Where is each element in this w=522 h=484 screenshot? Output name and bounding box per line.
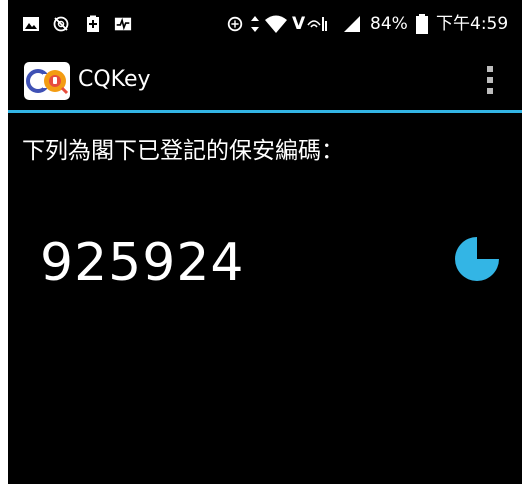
signal-icon xyxy=(342,15,362,33)
app-title: CQKey xyxy=(78,67,151,92)
sync-icon xyxy=(226,15,244,33)
menu-dot xyxy=(487,66,493,72)
image-icon xyxy=(22,15,40,33)
lte-wifi-icon xyxy=(306,15,328,33)
camera-off-icon xyxy=(52,15,70,33)
phone-screen: V 84% 下午4:59 CQKey 下列為閣下已登記的保安編碼： 925924 xyxy=(8,0,522,484)
battery-charging-icon xyxy=(84,15,102,33)
status-bar: V 84% 下午4:59 xyxy=(8,0,522,50)
timer-remaining xyxy=(477,236,500,259)
battery-percent: 84% xyxy=(370,14,408,34)
menu-dot xyxy=(487,88,493,94)
activity-icon xyxy=(114,15,132,33)
app-logo xyxy=(24,62,70,100)
countdown-pie-icon xyxy=(455,236,500,281)
status-time: 下午4:59 xyxy=(436,14,509,34)
data-arrows-icon xyxy=(250,15,260,33)
menu-dot xyxy=(487,77,493,83)
action-bar-divider xyxy=(8,110,522,113)
volte-icon: V xyxy=(292,14,306,34)
overflow-menu-icon[interactable] xyxy=(476,58,504,102)
instruction-text: 下列為閣下已登記的保安編碼： xyxy=(22,138,344,164)
wifi-icon xyxy=(264,15,288,33)
battery-icon xyxy=(416,14,428,34)
security-code: 925924 xyxy=(40,233,245,293)
